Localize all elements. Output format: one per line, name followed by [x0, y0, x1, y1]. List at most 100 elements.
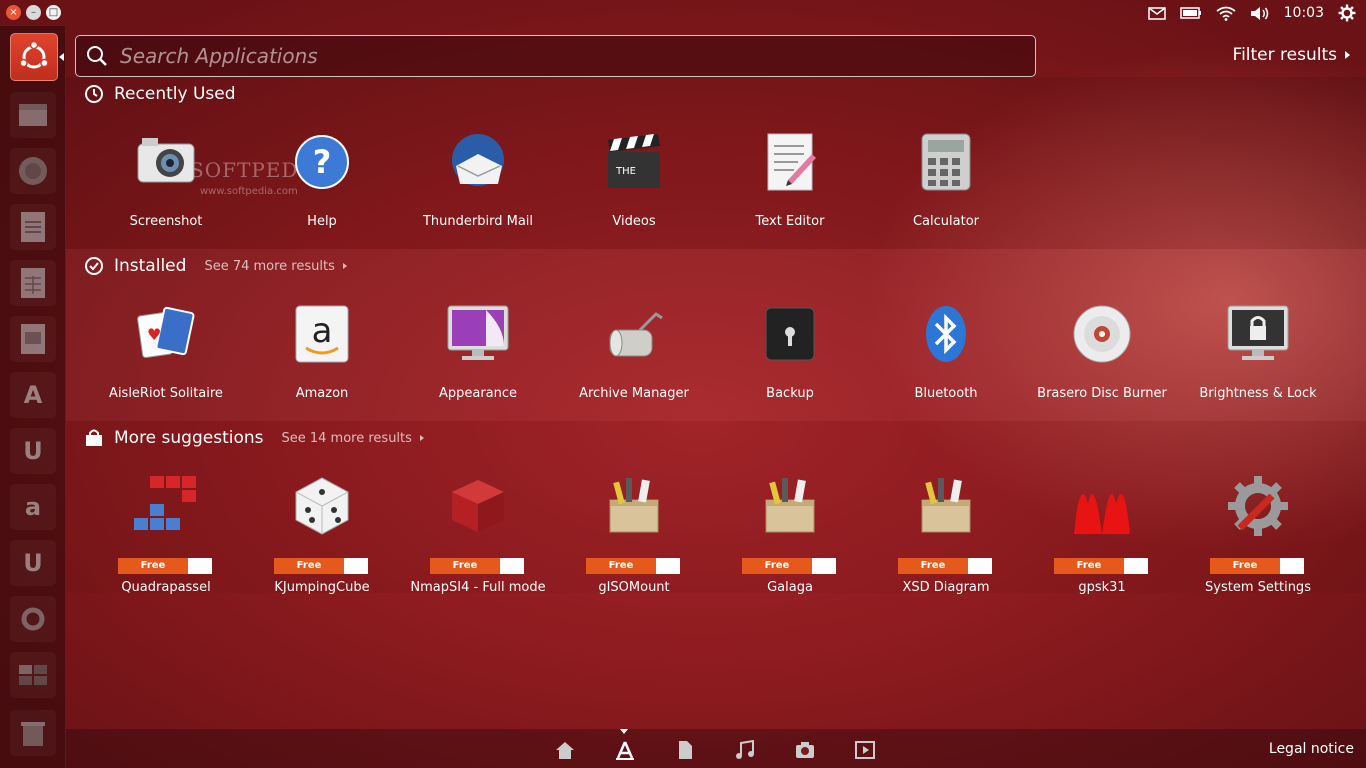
- app-tile[interactable]: Screenshot: [88, 130, 244, 260]
- suggestions-header[interactable]: More suggestions See 14 more results: [84, 428, 424, 448]
- legal-notice-link[interactable]: Legal notice: [1269, 741, 1354, 757]
- filter-results-button[interactable]: Filter results: [1233, 45, 1350, 65]
- ubuntu-home-icon[interactable]: [10, 33, 58, 81]
- app-tile[interactable]: Free Galaga: [712, 474, 868, 604]
- app-label: Amazon: [295, 386, 349, 401]
- installed-title: Installed: [114, 256, 187, 276]
- libreoffice-impress-icon[interactable]: [10, 316, 56, 362]
- package-icon: [609, 478, 659, 533]
- search-bar[interactable]: [75, 35, 1036, 77]
- software-center-icon: [1124, 558, 1148, 574]
- lens-bar: [66, 729, 1366, 768]
- free-badge: Free: [742, 558, 836, 574]
- battery-icon[interactable]: [1179, 7, 1202, 19]
- text-editor-icon: [767, 133, 816, 191]
- app-label: AisleRiot Solitaire: [109, 386, 223, 401]
- blocks-icon: [134, 476, 196, 530]
- minimize-button[interactable]: –: [26, 5, 41, 20]
- libreoffice-calc-icon[interactable]: [10, 260, 56, 306]
- amazon-launcher-icon[interactable]: a: [10, 484, 56, 530]
- free-badge-text: Free: [1054, 558, 1124, 574]
- suggestions-more-results[interactable]: See 14 more results: [282, 431, 424, 446]
- app-tile[interactable]: ♥ AisleRiot Solitaire: [88, 302, 244, 432]
- ubuntu-one-icon[interactable]: U: [10, 428, 56, 474]
- applications-lens-icon[interactable]: [614, 739, 636, 761]
- package-icon: [921, 478, 971, 533]
- app-tile[interactable]: Bluetooth: [868, 302, 1024, 432]
- installed-more-results[interactable]: See 74 more results: [204, 259, 347, 274]
- gear-icon[interactable]: [1338, 4, 1356, 22]
- app-tile[interactable]: Free Quadrapassel: [88, 474, 244, 604]
- app-label: Calculator: [912, 214, 979, 229]
- firefox-icon[interactable]: [10, 148, 56, 194]
- indicator-area: 10:03: [1147, 0, 1356, 26]
- music-lens-icon[interactable]: [734, 739, 756, 761]
- app-tile[interactable]: Archive Manager: [556, 302, 712, 432]
- red-cube-icon: [452, 480, 504, 532]
- free-badge-text: Free: [118, 558, 188, 574]
- app-tile[interactable]: Free NmapSI4 - Full mode: [400, 474, 556, 604]
- help-icon: ?: [295, 135, 349, 189]
- app-label: gISOMount: [598, 580, 670, 595]
- app-tile[interactable]: Brasero Disc Burner: [1024, 302, 1180, 432]
- safe-icon: [765, 307, 815, 361]
- shopping-bag-icon: [86, 429, 102, 446]
- app-tile[interactable]: Calculator: [868, 130, 1024, 260]
- recent-header[interactable]: Recently Used: [84, 84, 236, 104]
- recent-title: Recently Used: [114, 84, 236, 104]
- app-tile[interactable]: Text Editor: [712, 130, 868, 260]
- search-input[interactable]: [118, 43, 1035, 69]
- svg-text:a: a: [312, 311, 333, 351]
- mail-icon[interactable]: [1147, 6, 1166, 20]
- app-tile[interactable]: Backup: [712, 302, 868, 432]
- ubuntu-one-music-icon[interactable]: U: [10, 540, 56, 586]
- chevron-right-icon: [1345, 51, 1350, 59]
- app-label: Archive Manager: [579, 386, 689, 401]
- camera-icon: [137, 138, 195, 183]
- free-badge-text: Free: [430, 558, 500, 574]
- free-badge: Free: [586, 558, 680, 574]
- app-label: Text Editor: [755, 214, 825, 229]
- home-lens-icon[interactable]: [554, 739, 576, 761]
- app-label: Galaga: [767, 580, 813, 595]
- svg-text:♥: ♥: [147, 325, 161, 344]
- free-badge: Free: [274, 558, 368, 574]
- files-lens-icon[interactable]: [674, 739, 696, 761]
- software-center-icon: [500, 558, 524, 574]
- app-tile[interactable]: Free System Settings: [1180, 474, 1336, 604]
- suggestions-grid: Free Quadrapassel Free KJumpingCube Free…: [88, 474, 1348, 604]
- app-tile[interactable]: a Amazon: [244, 302, 400, 432]
- app-tile[interactable]: Appearance: [400, 302, 556, 432]
- app-tile[interactable]: Free gpsk31: [1024, 474, 1180, 604]
- system-settings-launcher-icon[interactable]: [10, 596, 56, 642]
- app-label: gpsk31: [1078, 580, 1126, 595]
- wifi-icon[interactable]: [1216, 6, 1236, 21]
- software-center-icon: [188, 558, 212, 574]
- free-badge: Free: [1054, 558, 1148, 574]
- volume-icon[interactable]: [1250, 6, 1270, 21]
- search-icon: [87, 46, 107, 66]
- clock[interactable]: 10:03: [1284, 5, 1324, 21]
- maximize-button[interactable]: □: [46, 5, 61, 20]
- video-lens-icon[interactable]: [854, 739, 876, 761]
- app-tile[interactable]: THE Videos: [556, 130, 712, 260]
- app-tile[interactable]: Free gISOMount: [556, 474, 712, 604]
- monitor-icon: [447, 305, 509, 360]
- ubuntu-software-center-icon[interactable]: A: [10, 372, 56, 418]
- app-tile[interactable]: Thunderbird Mail: [400, 130, 556, 260]
- free-badge: Free: [898, 558, 992, 574]
- app-label: Bluetooth: [914, 386, 978, 401]
- file-manager-icon[interactable]: [10, 92, 56, 138]
- app-tile[interactable]: Free XSD Diagram: [868, 474, 1024, 604]
- trash-icon[interactable]: [10, 710, 56, 756]
- filter-results-label: Filter results: [1232, 45, 1337, 65]
- installed-header[interactable]: Installed See 74 more results: [84, 256, 347, 276]
- close-button[interactable]: ×: [6, 5, 21, 20]
- app-tile[interactable]: Brightness & Lock: [1180, 302, 1336, 432]
- app-tile[interactable]: ? Help: [244, 130, 400, 260]
- workspace-switcher-icon[interactable]: [10, 652, 56, 698]
- photos-lens-icon[interactable]: [794, 739, 816, 761]
- free-badge-text: Free: [1210, 558, 1280, 574]
- app-tile[interactable]: Free KJumpingCube: [244, 474, 400, 604]
- libreoffice-writer-icon[interactable]: [10, 204, 56, 250]
